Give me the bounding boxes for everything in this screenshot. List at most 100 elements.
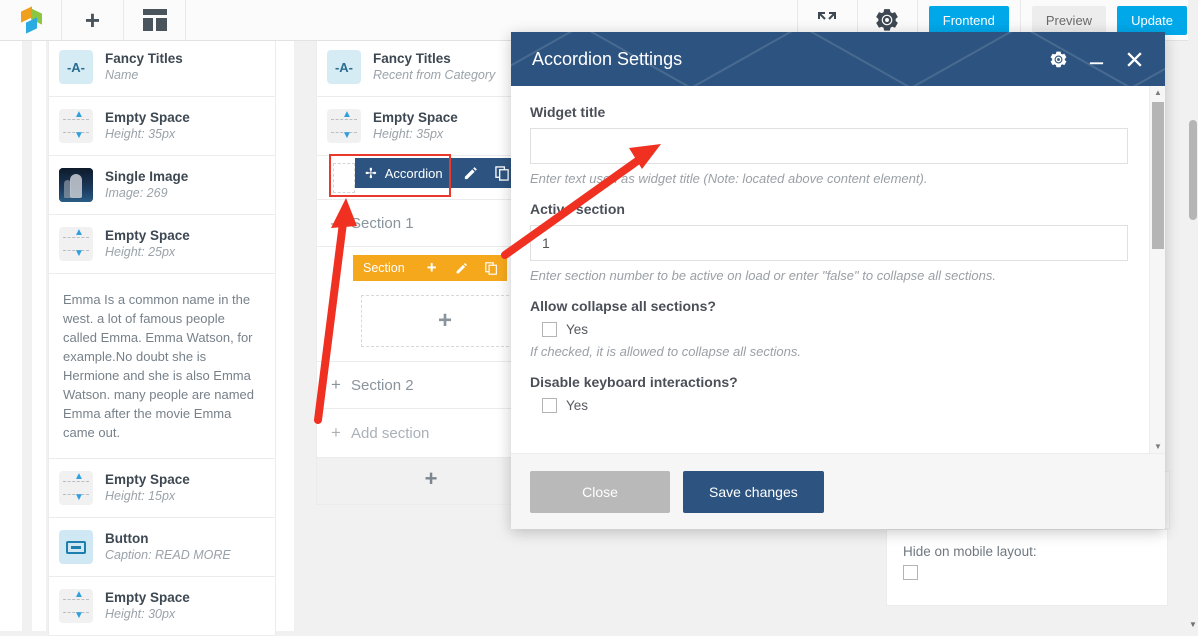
scroll-up-arrow-icon[interactable]: ▲ xyxy=(1150,86,1166,99)
add-element-button[interactable]: + xyxy=(62,0,124,40)
scroll-down-arrow-icon[interactable]: ▼ xyxy=(1150,440,1166,453)
section-add-element-placeholder[interactable]: + xyxy=(361,295,529,347)
disable-keyboard-label: Disable keyboard interactions? xyxy=(530,374,738,390)
accordion-drop-zone[interactable] xyxy=(333,163,355,193)
expand-arrows-icon xyxy=(818,12,837,20)
modal-settings-button[interactable] xyxy=(1043,44,1073,74)
fancy-titles-icon-label: -A- xyxy=(334,59,354,75)
element-text: Empty Space Height: 35px xyxy=(373,110,458,143)
element-text: Empty Space Height: 15px xyxy=(105,472,190,505)
accordion-settings-modal: Accordion Settings Widget title Enter te… xyxy=(511,32,1165,529)
element-card-button[interactable]: Button Caption: READ MORE xyxy=(48,518,276,577)
canvas-gutter-mid xyxy=(276,41,294,631)
allow-collapse-label: Allow collapse all sections? xyxy=(530,298,716,314)
section-add-button[interactable]: + xyxy=(417,255,447,281)
element-subtitle: Caption: READ MORE xyxy=(105,547,231,562)
element-card-text-block[interactable]: Emma Is a common name in the west. a lot… xyxy=(48,274,276,459)
accordion-control-bar: ✢ Accordion xyxy=(355,158,519,188)
page-scrollbar[interactable]: ▼ xyxy=(1188,0,1198,631)
accordion-section-2-label: Section 2 xyxy=(351,376,414,394)
element-title: Fancy Titles xyxy=(105,50,183,66)
section-edit-button[interactable] xyxy=(447,255,477,281)
active-section-help: Enter section number to be active on loa… xyxy=(530,268,996,283)
modal-body: Widget title Enter text used as widget t… xyxy=(511,86,1165,453)
element-text: Empty Space Height: 25px xyxy=(105,228,190,261)
empty-space-icon: ▲ ▼ xyxy=(59,589,93,623)
expand-plus-icon: + xyxy=(331,375,341,394)
collapse-minus-icon: — xyxy=(331,213,348,232)
allow-collapse-checkbox[interactable] xyxy=(542,322,557,337)
allow-collapse-option-label: Yes xyxy=(566,322,589,337)
plus-icon: + xyxy=(437,307,452,334)
close-button[interactable]: Close xyxy=(530,470,670,513)
hide-on-mobile-checkbox[interactable] xyxy=(903,565,918,580)
templates-button[interactable] xyxy=(124,0,186,40)
active-section-input[interactable] xyxy=(530,225,1128,261)
empty-space-icon: ▲ ▼ xyxy=(59,227,93,261)
minimize-icon xyxy=(1089,61,1103,64)
modal-footer: Close Save changes xyxy=(511,453,1165,529)
element-card-empty-space[interactable]: ▲ ▼ Empty Space Height: 35px xyxy=(48,97,276,156)
pencil-icon xyxy=(464,166,477,179)
element-card-empty-space[interactable]: ▲ ▼ Empty Space Height: 30px xyxy=(48,577,276,636)
preview-button[interactable]: Preview xyxy=(1031,5,1107,35)
widget-title-help: Enter text used as widget title (Note: l… xyxy=(530,171,928,186)
element-subtitle: Name xyxy=(105,67,139,82)
allow-collapse-row: Yes xyxy=(542,322,1125,337)
element-text: Button Caption: READ MORE xyxy=(105,531,231,564)
modal-scrollbar-thumb[interactable] xyxy=(1152,102,1164,249)
accordion-move-handle[interactable]: ✢ Accordion xyxy=(355,165,455,182)
single-image-icon xyxy=(59,168,93,202)
element-card-empty-space[interactable]: ▲ ▼ Empty Space Height: 15px xyxy=(48,459,276,518)
element-text: Fancy Titles Name xyxy=(105,51,183,84)
widget-title-input[interactable] xyxy=(530,128,1128,164)
element-card-fancy-titles[interactable]: -A- Fancy Titles Name xyxy=(48,37,276,97)
save-changes-button[interactable]: Save changes xyxy=(683,470,824,513)
gear-icon xyxy=(876,9,899,31)
accordion-edit-button[interactable] xyxy=(455,158,487,188)
active-section-label: Active section xyxy=(530,201,625,217)
element-title: Button xyxy=(105,530,149,546)
element-subtitle: Height: 15px xyxy=(105,488,176,503)
element-text: Fancy Titles Recent from Category xyxy=(373,51,495,84)
element-card-single-image[interactable]: Single Image Image: 269 xyxy=(48,156,276,215)
element-subtitle: Recent from Category xyxy=(373,67,496,82)
pencil-icon xyxy=(456,262,468,273)
page-scroll-down-arrow-icon[interactable]: ▼ xyxy=(1189,620,1197,629)
disable-keyboard-row: Yes xyxy=(542,398,1125,413)
page-scrollbar-thumb[interactable] xyxy=(1189,120,1197,220)
accordion-control-label: Accordion xyxy=(384,165,443,181)
move-arrows-icon: ✢ xyxy=(365,164,377,181)
allow-collapse-help: If checked, it is allowed to collapse al… xyxy=(530,344,801,359)
element-title: Empty Space xyxy=(105,227,190,243)
wpbakery-logo-button[interactable] xyxy=(0,0,62,40)
modal-minimize-button[interactable] xyxy=(1081,44,1111,74)
gear-icon xyxy=(1050,51,1066,67)
fancy-titles-icon: -A- xyxy=(327,50,361,84)
modal-close-button[interactable] xyxy=(1119,44,1149,74)
right-panel-fragment: Hide on mobile layout: xyxy=(886,529,1168,606)
modal-title: Accordion Settings xyxy=(532,48,683,69)
element-card-empty-space[interactable]: ▲ ▼ Empty Space Height: 25px xyxy=(48,215,276,274)
copy-icon xyxy=(485,261,498,275)
element-title: Empty Space xyxy=(105,589,190,605)
element-title: Empty Space xyxy=(105,109,190,125)
element-subtitle: Height: 35px xyxy=(373,126,444,141)
wpbakery-logo-icon xyxy=(18,6,44,34)
frontend-button[interactable]: Frontend xyxy=(928,5,1009,35)
canvas-gutter-left xyxy=(0,41,22,631)
section-clone-button[interactable] xyxy=(477,255,507,281)
element-subtitle: Height: 25px xyxy=(105,244,176,259)
close-x-icon xyxy=(1126,51,1142,67)
disable-keyboard-checkbox[interactable] xyxy=(542,398,557,413)
element-text: Empty Space Height: 35px xyxy=(105,110,190,143)
element-title: Fancy Titles xyxy=(373,50,451,66)
left-content-column: -A- Fancy Titles Name ▲ ▼ Empty Space Hei… xyxy=(48,37,276,636)
hide-on-mobile-label: Hide on mobile layout: xyxy=(903,544,1037,559)
section-control-bar: Section + xyxy=(353,255,507,281)
modal-scrollbar[interactable]: ▲ ▼ xyxy=(1149,86,1165,453)
add-section-label: Add section xyxy=(351,424,430,442)
plus-icon: + xyxy=(84,5,101,35)
update-button[interactable]: Update xyxy=(1117,5,1187,35)
element-title: Empty Space xyxy=(105,471,190,487)
